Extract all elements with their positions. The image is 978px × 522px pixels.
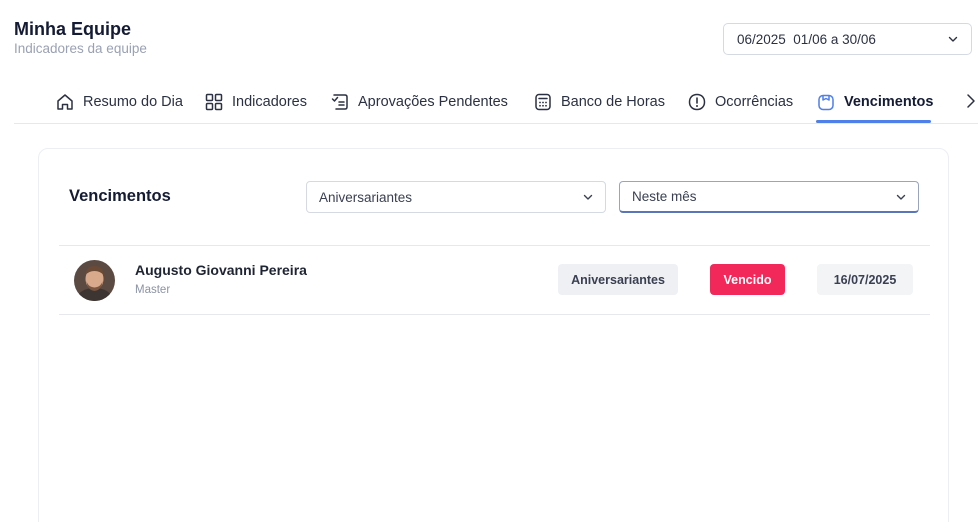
tab-label: Indicadores [232,93,307,110]
tab-label: Aprovações Pendentes [358,93,508,110]
page-subtitle: Indicadores da equipe [14,41,147,56]
due-date-badge: 16/07/2025 [817,264,913,295]
tab-ocorrencias[interactable]: Ocorrências [687,80,793,123]
person-role: Master [135,284,171,296]
period-select-value: 06/2025 01/06 a 30/06 [737,31,876,47]
type-filter-value: Aniversariantes [319,189,413,205]
tab-banco-de-horas[interactable]: Banco de Horas [533,80,665,123]
vencimentos-card: Vencimentos Aniversariantes Neste mês Au… [38,148,949,522]
tab-label: Banco de Horas [561,93,665,110]
category-badge: Aniversariantes [558,264,678,295]
approval-list-icon [331,93,348,110]
tab-resumo-do-dia[interactable]: Resumo do Dia [55,80,183,123]
tab-label: Resumo do Dia [83,93,183,110]
page-title: Minha Equipe [14,19,131,39]
chevron-right-icon[interactable] [964,92,978,110]
calculator-icon [535,93,551,110]
card-title: Vencimentos [69,187,171,205]
alert-circle-icon [688,93,706,110]
avatar [74,260,115,301]
home-icon [57,93,73,110]
chevron-down-icon [583,194,593,200]
table-row[interactable]: Augusto Giovanni Pereira Master Aniversa… [59,245,930,315]
tab-aprovacoes-pendentes[interactable]: Aprovações Pendentes [330,80,508,123]
chevron-down-icon [948,36,958,42]
chevron-down-icon [896,194,906,200]
period-filter-select[interactable]: Neste mês [619,181,919,213]
tab-label: Ocorrências [715,93,794,110]
status-badge: Vencido [710,264,785,295]
tab-vencimentos[interactable]: Vencimentos [816,80,934,123]
tab-indicadores[interactable]: Indicadores [204,80,307,123]
tab-bar: Resumo do Dia Indicadores Aprovações Pen… [14,80,978,124]
calendar-icon [818,94,834,110]
period-filter-value: Neste mês [632,189,697,204]
tab-label: Vencimentos [844,93,934,110]
type-filter-select[interactable]: Aniversariantes [306,181,606,213]
person-name: Augusto Giovanni Pereira [135,262,307,278]
grid-icon [205,93,223,110]
period-select[interactable]: 06/2025 01/06 a 30/06 [723,23,972,55]
